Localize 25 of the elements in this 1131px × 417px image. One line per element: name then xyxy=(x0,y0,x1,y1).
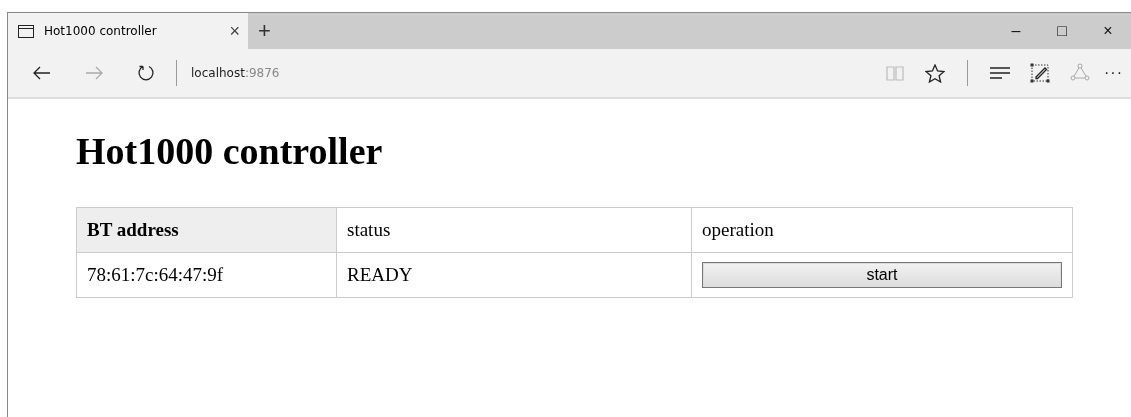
lines-icon xyxy=(990,67,1010,79)
address-field[interactable]: localhost:9876 xyxy=(191,66,280,80)
back-arrow-icon xyxy=(33,66,51,80)
window-icon xyxy=(18,24,34,38)
star-icon xyxy=(925,63,945,83)
new-tab-button[interactable]: + xyxy=(248,13,281,49)
minimize-button[interactable]: – xyxy=(993,13,1039,49)
tab-title: Hot1000 controller xyxy=(44,24,158,38)
close-button[interactable]: × xyxy=(1085,13,1131,49)
pen-icon xyxy=(1030,63,1050,83)
page-heading: Hot1000 controller xyxy=(76,129,384,173)
forward-arrow-icon xyxy=(85,66,103,80)
browser-tab[interactable]: Hot1000 controller × xyxy=(8,13,248,49)
start-button[interactable]: start xyxy=(701,262,1062,288)
share-icon xyxy=(1070,63,1090,83)
column-header: status xyxy=(336,207,692,253)
more-button[interactable]: ··· xyxy=(1100,64,1131,82)
refresh-icon xyxy=(137,64,155,82)
table-cell: READY xyxy=(336,252,692,298)
maximize-button[interactable]: □ xyxy=(1039,13,1085,49)
close-tab-button[interactable]: × xyxy=(229,20,240,42)
column-header: BT address xyxy=(76,207,337,253)
column-header: operation xyxy=(691,207,1073,253)
book-icon xyxy=(886,65,904,81)
table-cell: 78:61:7c:64:47:9f xyxy=(76,252,337,298)
